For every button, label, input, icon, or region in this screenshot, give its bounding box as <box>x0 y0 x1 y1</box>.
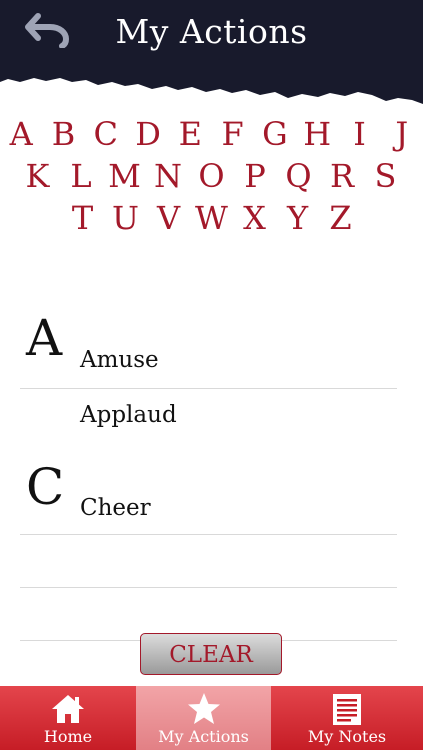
tab-bar: Home My Actions My Notes <box>0 686 423 750</box>
letter-m[interactable]: M <box>103 156 147 196</box>
header: My Actions <box>0 0 423 110</box>
alphabet-row-2: K L M N O P Q R S <box>0 156 423 196</box>
list-item-label: Cheer <box>80 495 151 521</box>
letter-e[interactable]: E <box>169 114 211 154</box>
letter-i[interactable]: I <box>338 114 380 154</box>
page-title: My Actions <box>115 12 308 51</box>
letter-j[interactable]: J <box>381 114 423 154</box>
home-icon <box>52 695 84 723</box>
letter-u[interactable]: U <box>104 198 147 238</box>
letter-f[interactable]: F <box>212 114 254 154</box>
list-item-label: Amuse <box>80 347 159 373</box>
tab-my-actions-label: My Actions <box>158 727 249 746</box>
letter-y[interactable]: Y <box>276 198 319 238</box>
star-icon <box>187 693 220 724</box>
letter-t[interactable]: T <box>61 198 104 238</box>
letter-d[interactable]: D <box>127 114 169 154</box>
list-item[interactable] <box>20 535 397 588</box>
tab-my-actions[interactable]: My Actions <box>136 686 271 750</box>
list-item[interactable]: Applaud <box>20 389 397 449</box>
tab-my-notes-label: My Notes <box>307 727 387 746</box>
letter-r[interactable]: R <box>320 156 364 196</box>
list-item-label: Applaud <box>80 402 177 428</box>
letter-n[interactable]: N <box>146 156 190 196</box>
letter-q[interactable]: Q <box>277 156 321 196</box>
list-item[interactable]: C Cheer <box>20 449 397 535</box>
tab-home[interactable]: Home <box>0 686 136 750</box>
tab-my-notes[interactable]: My Notes <box>271 686 423 750</box>
letter-w[interactable]: W <box>190 198 233 238</box>
letter-g[interactable]: G <box>254 114 296 154</box>
alphabet-row-3: T U V W X Y Z <box>0 198 423 238</box>
actions-list: A Amuse Applaud C Cheer <box>20 300 397 641</box>
tab-home-label: Home <box>43 727 93 746</box>
letter-c[interactable]: C <box>85 114 127 154</box>
notes-icon <box>333 694 361 725</box>
letter-z[interactable]: Z <box>319 198 362 238</box>
letter-v[interactable]: V <box>147 198 190 238</box>
section-letter: A <box>26 309 63 367</box>
letter-b[interactable]: B <box>42 114 84 154</box>
letter-o[interactable]: O <box>190 156 234 196</box>
list-item[interactable]: A Amuse <box>20 300 397 389</box>
letter-a[interactable]: A <box>0 114 42 154</box>
alphabet-row-1: A B C D E F G H I J <box>0 114 423 154</box>
letter-l[interactable]: L <box>59 156 103 196</box>
letter-x[interactable]: X <box>233 198 276 238</box>
clear-button[interactable]: CLEAR <box>140 633 282 675</box>
letter-k[interactable]: K <box>16 156 60 196</box>
section-letter: C <box>26 458 65 516</box>
letter-p[interactable]: P <box>233 156 277 196</box>
letter-h[interactable]: H <box>296 114 338 154</box>
letter-s[interactable]: S <box>364 156 408 196</box>
